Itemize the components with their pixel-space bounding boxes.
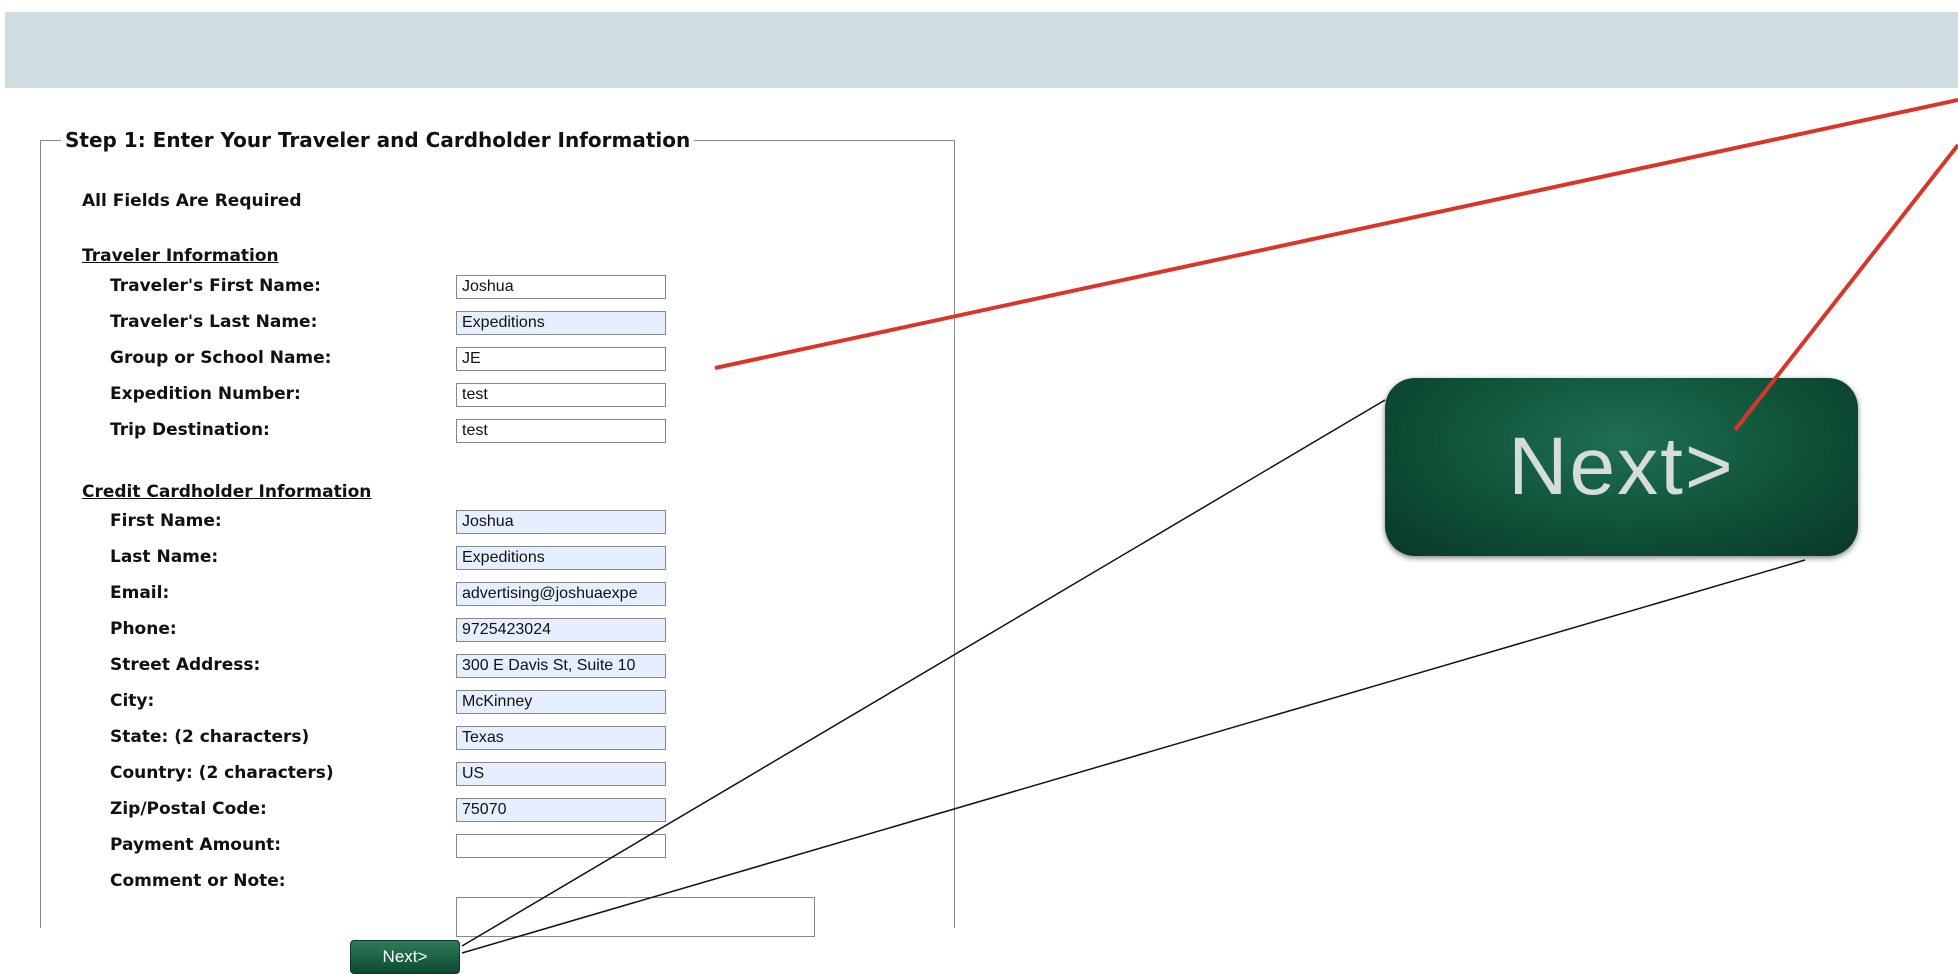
zoom-line-top	[461, 399, 1386, 947]
red-arrow-to-zoom	[1733, 143, 1958, 432]
zoom-line-bottom	[461, 559, 1806, 954]
red-arrow-to-form	[714, 98, 1958, 370]
annotation-overlay	[461, 98, 1958, 954]
